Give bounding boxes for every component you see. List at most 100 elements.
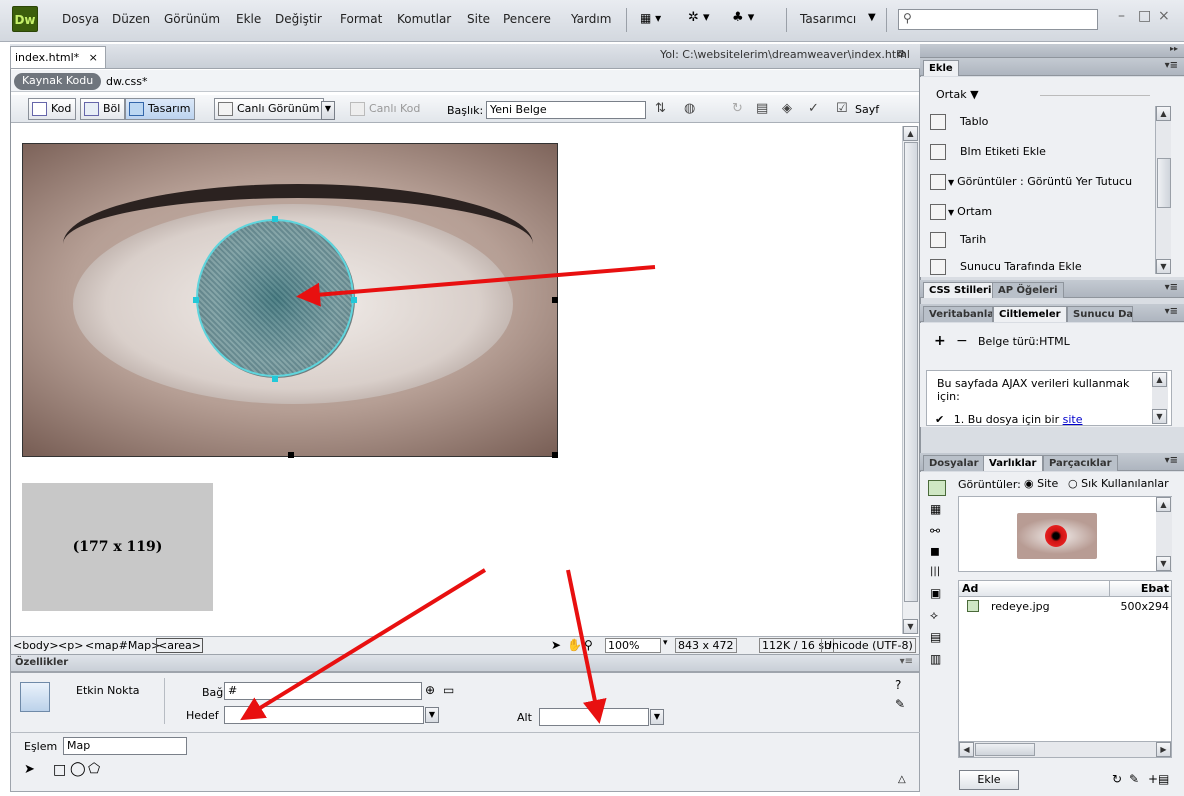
remove-binding-icon[interactable]: − bbox=[956, 333, 968, 349]
scroll-down-icon[interactable]: ▼ bbox=[1152, 409, 1167, 424]
scroll-up-icon[interactable]: ▲ bbox=[903, 126, 918, 141]
scroll-down-icon[interactable]: ▼ bbox=[1156, 556, 1171, 571]
insert-item-media[interactable]: ▼ Ortam bbox=[930, 204, 992, 220]
view-options-icon[interactable]: ▤ bbox=[756, 101, 768, 116]
images-category-icon[interactable] bbox=[928, 480, 946, 496]
tab-css-styles[interactable]: CSS Stilleri bbox=[923, 282, 998, 298]
workspace-switcher[interactable]: Tasarımcı bbox=[800, 12, 856, 26]
chevron-down-icon[interactable]: ▼ bbox=[868, 12, 876, 23]
search-input[interactable]: ⚲ bbox=[898, 9, 1098, 30]
colors-category-icon[interactable]: ▦ bbox=[930, 502, 941, 516]
urls-category-icon[interactable]: ⚯ bbox=[930, 524, 940, 538]
tab-databases[interactable]: Veritabanla bbox=[923, 306, 993, 322]
browser-preview-icon[interactable]: ◍ bbox=[684, 101, 695, 116]
live-code-button[interactable]: Canlı Kod bbox=[346, 98, 425, 120]
shockwave-category-icon[interactable]: ||| bbox=[930, 566, 940, 577]
tab-assets[interactable]: Varlıklar bbox=[983, 455, 1043, 471]
rectangle-hotspot-tool-icon[interactable]: □ bbox=[53, 762, 66, 778]
menu-site[interactable]: Site bbox=[467, 12, 490, 26]
insert-item-date[interactable]: Tarih bbox=[930, 232, 986, 248]
related-file-css[interactable]: dw.css* bbox=[106, 75, 147, 88]
radio-site[interactable]: ◉ Site bbox=[1024, 477, 1058, 490]
scroll-up-icon[interactable]: ▲ bbox=[1156, 497, 1171, 512]
close-icon[interactable]: × bbox=[1158, 8, 1170, 24]
edit-icon[interactable]: ✎ bbox=[895, 697, 905, 711]
refresh-icon[interactable]: ↻ bbox=[732, 101, 743, 116]
radio-favorites[interactable]: ○ Sık Kullanılanlar bbox=[1068, 477, 1180, 490]
folder-icon[interactable]: ▭ bbox=[443, 683, 454, 697]
scroll-down-icon[interactable]: ▼ bbox=[1156, 259, 1171, 274]
tag-map[interactable]: <map#Map> bbox=[85, 639, 160, 652]
dock-collapse-bar[interactable]: ▸▸ bbox=[920, 44, 1184, 58]
insert-item-table[interactable]: Tablo bbox=[930, 114, 988, 130]
tab-files[interactable]: Dosyalar bbox=[923, 455, 985, 471]
insert-category-select[interactable]: Ortak ▼ bbox=[936, 88, 979, 101]
window-size[interactable]: 843 x 472 bbox=[675, 638, 737, 653]
image-resize-handle-corner[interactable] bbox=[552, 452, 558, 458]
restore-doc-icon[interactable]: ⧉ bbox=[897, 47, 905, 61]
minimize-icon[interactable]: – bbox=[1118, 8, 1125, 24]
pointer-hotspot-tool-icon[interactable]: ➤ bbox=[24, 762, 35, 777]
tag-area[interactable]: <area> bbox=[156, 638, 203, 653]
zoom-dropdown-icon[interactable]: ▾ bbox=[663, 638, 668, 648]
polygon-hotspot-tool-icon[interactable]: ⬠ bbox=[88, 761, 100, 777]
scroll-up-icon[interactable]: ▲ bbox=[1156, 106, 1171, 121]
list-item[interactable]: redeye.jpg 500x294 bbox=[959, 599, 1171, 615]
zoom-tool-icon[interactable]: ⚲ bbox=[584, 638, 593, 652]
pointer-tool-icon[interactable]: ➤ bbox=[551, 638, 561, 652]
insert-item-ssi[interactable]: Sunucu Tarafında Ekle bbox=[930, 259, 1082, 275]
insert-item-div[interactable]: Blm Etiketi Ekle bbox=[930, 144, 1046, 160]
menu-format[interactable]: Format bbox=[340, 12, 382, 26]
menu-yardim[interactable]: Yardım bbox=[571, 12, 611, 26]
scroll-right-icon[interactable]: ▶ bbox=[1156, 742, 1171, 757]
tab-close-icon[interactable]: × bbox=[89, 51, 98, 64]
menu-ekle[interactable]: Ekle bbox=[236, 12, 261, 26]
menu-dosya[interactable]: Dosya bbox=[62, 12, 99, 26]
collapse-arrows-icon[interactable]: ▸▸ bbox=[1170, 44, 1178, 53]
design-vscroll[interactable]: ▲ ▼ bbox=[902, 126, 919, 634]
preview-vscroll[interactable]: ▲ ▼ bbox=[1156, 497, 1172, 571]
design-view-button[interactable]: Tasarım bbox=[125, 98, 196, 120]
restore-icon[interactable]: □ bbox=[1138, 8, 1151, 24]
check-browser-icon[interactable]: ☑ bbox=[836, 101, 848, 116]
alt-dropdown-icon[interactable]: ▼ bbox=[650, 709, 664, 725]
menu-gorunum[interactable]: Görünüm bbox=[164, 12, 220, 26]
hotspot-handle-right[interactable] bbox=[351, 297, 357, 303]
validate-icon[interactable]: ✓ bbox=[808, 101, 819, 116]
live-view-button[interactable]: Canlı Görünüm bbox=[214, 98, 325, 120]
panel-menu-icon[interactable]: ▾≡ bbox=[900, 656, 913, 667]
target-dropdown-icon[interactable]: ▼ bbox=[425, 707, 439, 723]
help-icon[interactable]: ? bbox=[895, 678, 901, 692]
extend-icon[interactable]: ✲ ▾ bbox=[688, 10, 710, 25]
assets-hscroll[interactable]: ◀ ▶ bbox=[959, 741, 1171, 757]
code-view-button[interactable]: Kod bbox=[28, 98, 77, 120]
scripts-category-icon[interactable]: ⟡ bbox=[930, 608, 938, 623]
flash-category-icon[interactable]: ◼ bbox=[930, 544, 940, 558]
bindings-vscroll[interactable]: ▲ ▼ bbox=[1152, 372, 1168, 424]
scroll-down-icon[interactable]: ▼ bbox=[903, 619, 918, 634]
movies-category-icon[interactable]: ▣ bbox=[930, 586, 941, 600]
menu-duzen[interactable]: Düzen bbox=[112, 12, 150, 26]
file-management-icon[interactable]: ⇅ bbox=[655, 101, 666, 116]
zoom-select[interactable]: 100% bbox=[605, 638, 661, 653]
refresh-icon[interactable]: ↻ bbox=[1112, 772, 1122, 786]
tab-ap-elements[interactable]: AP Öğeleri bbox=[992, 282, 1064, 298]
visual-aids-icon[interactable]: ◈ bbox=[782, 101, 792, 116]
live-view-dropdown[interactable]: ▼ bbox=[321, 101, 335, 120]
layout-icon[interactable]: ▦ ▾ bbox=[640, 11, 661, 25]
tab-bindings[interactable]: Ciltlemeler bbox=[993, 306, 1067, 322]
panel-menu-icon[interactable]: ▾≡ bbox=[1165, 306, 1178, 317]
hotspot-handle-top[interactable] bbox=[272, 216, 278, 222]
image-placeholder[interactable]: (177 x 119) bbox=[22, 483, 213, 611]
insert-item-images[interactable]: ▼ Görüntüler : Görüntü Yer Tutucu bbox=[930, 174, 1132, 190]
menu-komutlar[interactable]: Komutlar bbox=[397, 12, 451, 26]
column-name[interactable]: Ad bbox=[962, 582, 978, 595]
panel-menu-icon[interactable]: ▾≡ bbox=[1165, 282, 1178, 293]
tag-body[interactable]: <body> bbox=[13, 639, 59, 652]
collapse-icon[interactable]: △ bbox=[898, 774, 906, 785]
add-binding-icon[interactable]: + bbox=[934, 333, 946, 349]
insert-vscroll[interactable]: ▲ ▼ bbox=[1155, 106, 1171, 274]
scroll-up-icon[interactable]: ▲ bbox=[1152, 372, 1167, 387]
map-name-input[interactable]: Map bbox=[63, 737, 187, 755]
source-code-pill[interactable]: Kaynak Kodu bbox=[14, 73, 102, 90]
